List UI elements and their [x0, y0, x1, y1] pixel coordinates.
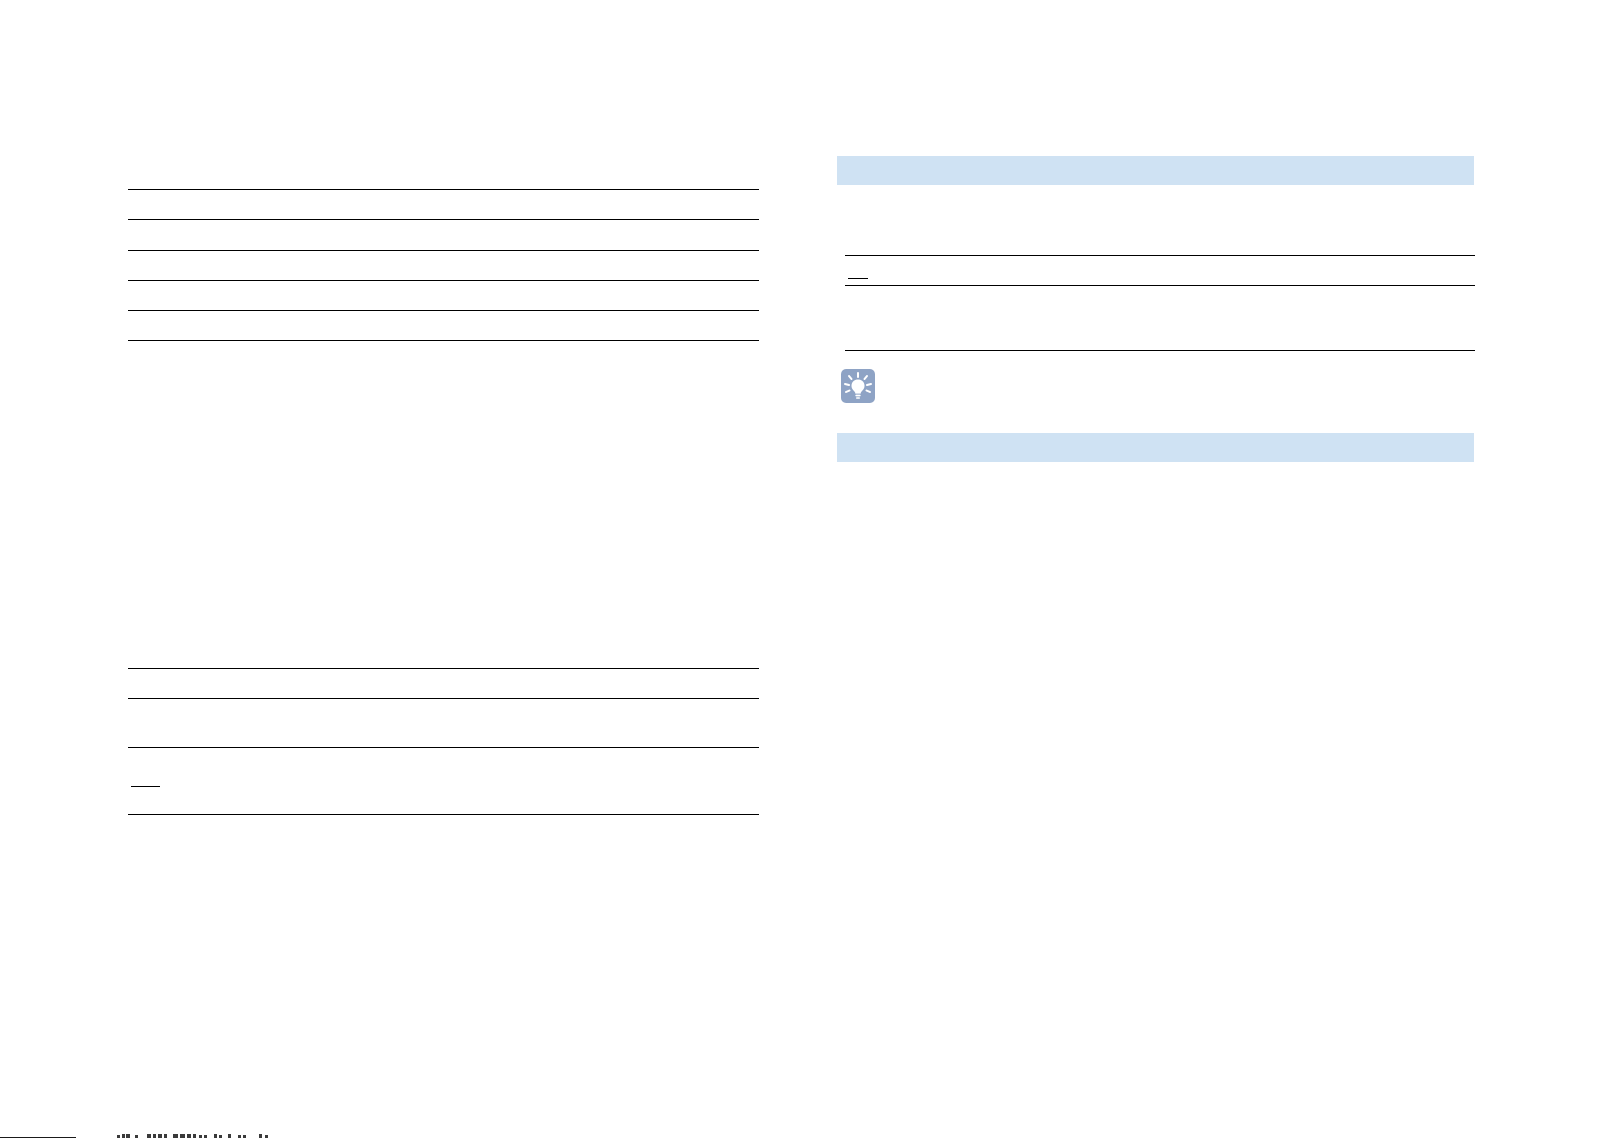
table-rule	[845, 255, 1475, 256]
table-rule	[128, 189, 759, 190]
footer-marks	[117, 1134, 268, 1138]
lightbulb-icon	[841, 369, 875, 403]
footer-rule	[0, 1137, 76, 1138]
section-header-band	[837, 156, 1474, 185]
table-rule	[128, 814, 759, 815]
table-rule	[845, 285, 1475, 286]
table-rule	[128, 668, 759, 669]
section-header-band	[837, 433, 1474, 462]
table-rule	[128, 219, 759, 220]
table-rule	[845, 350, 1475, 351]
underline-mark	[131, 786, 160, 787]
table-rule	[128, 280, 759, 281]
underline-mark	[848, 278, 868, 279]
table-rule	[128, 698, 759, 699]
table-rule	[128, 250, 759, 251]
table-rule	[128, 747, 759, 748]
table-rule	[128, 340, 759, 341]
table-rule	[128, 310, 759, 311]
